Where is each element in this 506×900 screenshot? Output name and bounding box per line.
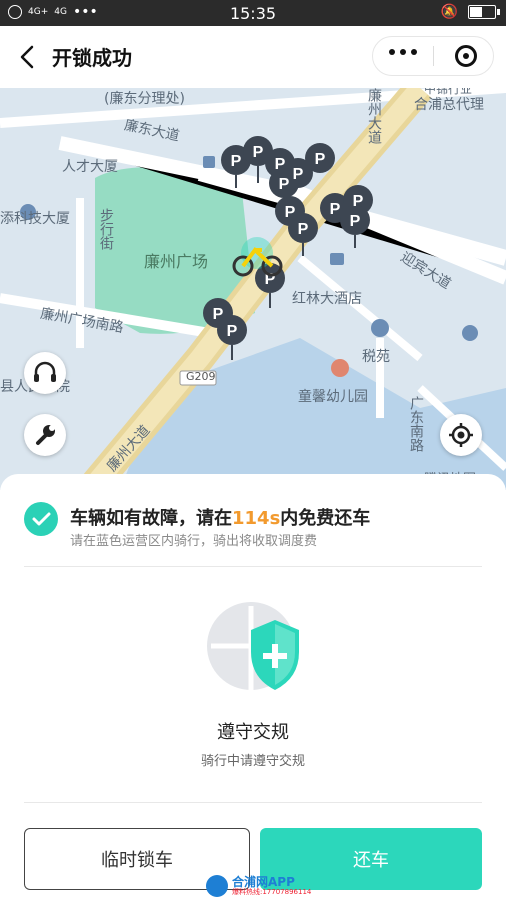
watermark: 合浦网APP 爆料热线:17707896114 [206,874,311,898]
svg-text:P: P [285,204,296,221]
status-bar: 4G+ 4G ••• 15:35 🔕 [0,0,506,26]
svg-text:P: P [330,201,341,218]
svg-text:P: P [315,151,326,168]
locate-icon [449,423,473,447]
map-label-lianzhou-square: 廉州广场 [144,252,209,271]
svg-text:P: P [275,156,286,173]
divider-top [24,566,482,567]
target-icon[interactable] [455,45,477,67]
battery-icon [468,5,500,19]
svg-text:P: P [353,193,364,210]
capsule-divider [433,46,434,66]
divider-bottom [24,802,482,803]
map-label-lianzhou-sub: (廉东分理处) [104,91,185,107]
countdown-value: 114s [232,508,281,529]
svg-text:P: P [293,166,304,183]
map-label-guangdong-south-road: 广东南路 [408,396,424,452]
svg-text:P: P [227,323,238,340]
tip-subtitle: 骑行中请遵守交规 [200,754,305,769]
repair-button[interactable] [24,414,66,456]
page-title: 开锁成功 [52,46,132,70]
notice-title-suffix: 内免费还车 [280,508,371,529]
nav-bar: 开锁成功 [0,26,506,88]
shield-plus-icon [207,602,299,690]
mini-program-capsule [372,36,494,76]
svg-text:P: P [279,176,290,193]
map-label-top-right-sub: 中锦行业 [424,88,473,96]
watermark-hotline: 爆料热线:17707896114 [232,888,312,896]
map-label-tech-building: 添科技大厦 [0,211,70,227]
map-view[interactable]: PPP PPP PPP PPP PP (廉东分理处) 廉东大道 人才大厦 步行街… [0,88,506,490]
fault-notice-subtitle: 请在蓝色运营区内骑行，骑出将收取调度费 [70,534,318,549]
chevron-left-icon[interactable] [14,42,44,72]
notice-title-prefix: 车辆如有故障，请在 [70,508,232,529]
svg-text:P: P [253,144,264,161]
customer-service-button[interactable] [24,352,66,394]
locate-button[interactable] [440,414,482,456]
fault-notice-title: 车辆如有故障，请在114s内免费还车 [70,504,370,530]
map-label-bu-road: 步行街 [98,208,114,250]
watermark-brand: 合浦网APP [232,875,295,889]
map-label-rencai-building: 人才大厦 [62,159,118,175]
svg-text:P: P [231,153,242,170]
watermark-logo [206,875,228,897]
ride-info-sheet: 车辆如有故障，请在114s内免费还车 请在蓝色运营区内骑行，骑出将收取调度费 遵… [0,474,506,900]
svg-text:P: P [213,306,224,323]
map-label-top-right: 合浦总代理 [414,97,484,113]
svg-text:P: P [298,221,309,238]
tip-title: 遵守交规 [217,722,289,743]
map-label-shuiyuan: 税苑 [362,349,390,365]
bell-off-icon: 🔕 [440,4,458,20]
more-dots-icon[interactable] [389,49,417,55]
svg-text:P: P [350,213,361,230]
map-label-g209: G209 [186,370,216,383]
map-label-avenue-vertical: 廉州大道 [366,88,382,144]
status-time: 15:35 [229,4,277,23]
check-circle-icon [24,502,58,536]
headset-icon [34,361,56,382]
map-label-honglin-hotel: 红林大酒店 [292,291,362,307]
map-canvas: PPP PPP PPP PPP PP [0,88,506,490]
wrench-icon [36,425,55,445]
map-label-tongxin-kindergarten: 童馨幼儿园 [298,389,368,405]
